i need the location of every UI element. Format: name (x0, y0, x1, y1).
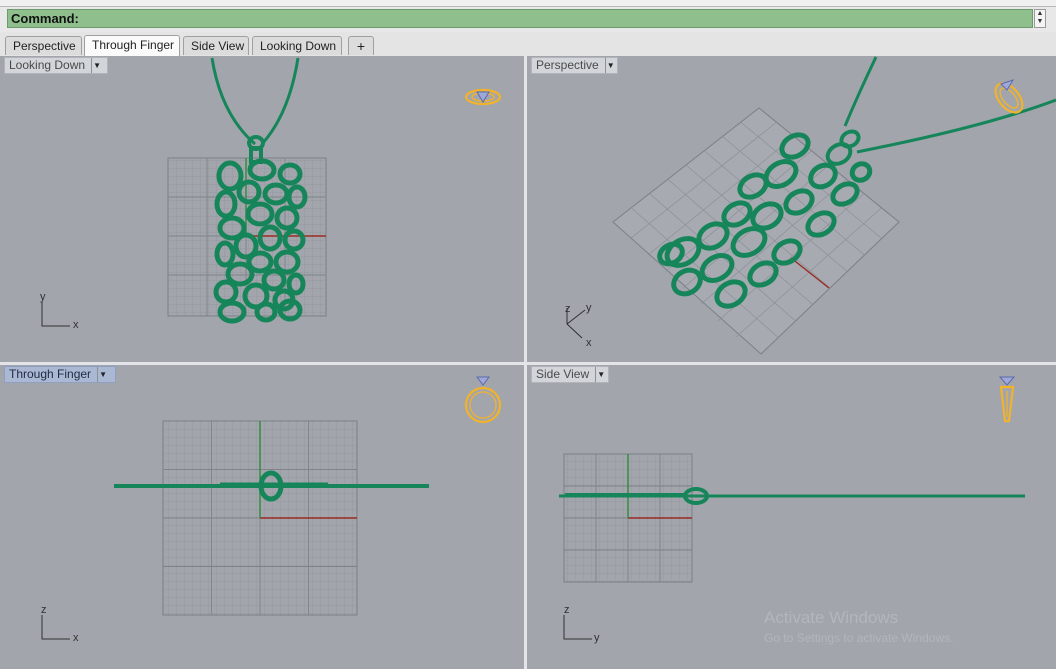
ring-side-icon[interactable] (998, 376, 1016, 423)
tab-side-view[interactable]: Side View (183, 36, 249, 55)
add-tab-icon[interactable]: + (348, 36, 374, 55)
chevron-down-icon[interactable]: ▼ (97, 367, 108, 382)
ring-top-icon[interactable] (464, 88, 502, 106)
command-history-scroll[interactable]: ▲ ▼ (1034, 9, 1046, 28)
viewport-title-side-view[interactable]: Side View ▼ (531, 366, 609, 383)
viewport-title-label: Side View (536, 367, 590, 381)
axis-label-v: z (41, 604, 47, 616)
axis-indicator (563, 615, 592, 640)
axis-label-b: y (586, 302, 592, 314)
title-strip (0, 0, 1056, 7)
viewport-title-looking-down[interactable]: Looking Down ▼ (4, 57, 108, 74)
viewport-splitter-vertical[interactable] (524, 56, 527, 669)
command-input[interactable]: Command: (7, 9, 1033, 28)
axis-label-h: x (73, 319, 79, 331)
viewport-title-perspective[interactable]: Perspective ▼ (531, 57, 618, 74)
axis-label-h: y (594, 632, 600, 644)
chevron-down-icon[interactable]: ▼ (604, 58, 616, 73)
watermark-title: Activate Windows (764, 608, 899, 627)
windows-activation-watermark: Activate Windows Go to Settings to activ… (764, 608, 953, 648)
viewport-through-finger[interactable]: z x Through Finger ▼ (0, 365, 524, 669)
tab-looking-down[interactable]: Looking Down (252, 36, 342, 55)
viewport-title-label: Looking Down (9, 58, 86, 72)
axis-label-v: y (40, 291, 46, 303)
scroll-down-icon[interactable]: ▼ (1035, 18, 1045, 26)
chevron-down-icon[interactable]: ▼ (595, 367, 606, 382)
watermark-subtitle: Go to Settings to activate Windows. (764, 631, 954, 645)
viewport-title-label: Perspective (536, 58, 599, 72)
axis-indicator (41, 615, 70, 640)
scroll-up-icon[interactable]: ▲ (1035, 10, 1045, 18)
tab-through-finger[interactable]: Through Finger (84, 35, 180, 56)
axis-label-v: z (564, 604, 570, 616)
ring-front-icon[interactable] (464, 376, 502, 424)
viewport-title-through-finger[interactable]: Through Finger ▼ (4, 366, 116, 383)
viewport-perspective[interactable]: z y x Perspective ▼ (527, 56, 1056, 362)
axis-indicator (41, 302, 70, 327)
viewport-tab-bar: Perspective Through Finger Side View Loo… (0, 32, 1056, 57)
viewport-splitter-horizontal[interactable] (0, 362, 1056, 365)
tab-perspective[interactable]: Perspective (5, 36, 82, 55)
viewport-looking-down[interactable]: y x Looking Down ▼ (0, 56, 524, 362)
viewport-title-label: Through Finger (9, 367, 92, 381)
command-bar: Command: ▲ ▼ (0, 0, 1056, 33)
command-label: Command: (11, 11, 79, 26)
axis-label-a: z (565, 303, 571, 315)
chevron-down-icon[interactable]: ▼ (91, 58, 102, 73)
axis-label-c: x (586, 337, 592, 349)
axis-label-h: x (73, 632, 79, 644)
